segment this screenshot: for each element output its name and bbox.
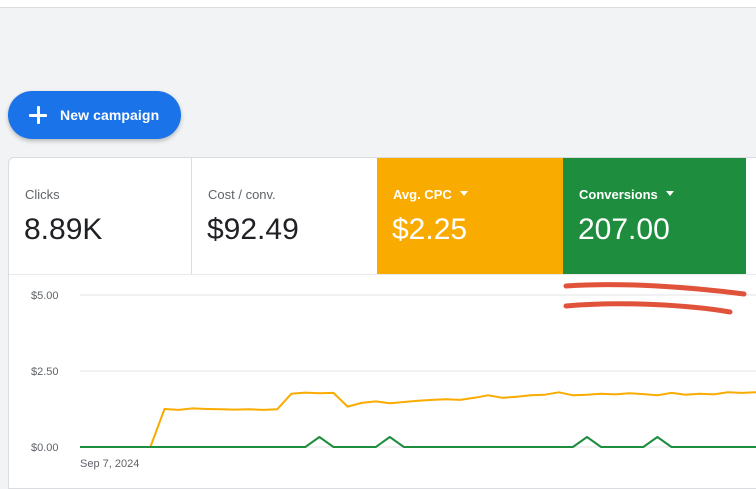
y-axis-ticks: $5.00 $2.50 $0.00 [31, 290, 59, 454]
performance-chart: $5.00 $2.50 $0.00 Sep 7, 2024 [31, 282, 756, 470]
x-axis-ticks: Sep 7, 2024 [80, 458, 139, 470]
y-tick-label: $2.50 [31, 366, 59, 378]
chart-grid [80, 294, 756, 448]
annotation-stroke-2 [563, 301, 733, 315]
y-tick-label: $5.00 [31, 290, 59, 302]
y-tick-label: $0.00 [31, 442, 59, 454]
annotation-stroke-1 [563, 282, 747, 297]
chart-series [80, 391, 756, 448]
x-tick-label: Sep 7, 2024 [80, 458, 139, 470]
red-annotation-underline [563, 282, 747, 315]
series-line-conversions [80, 436, 756, 448]
